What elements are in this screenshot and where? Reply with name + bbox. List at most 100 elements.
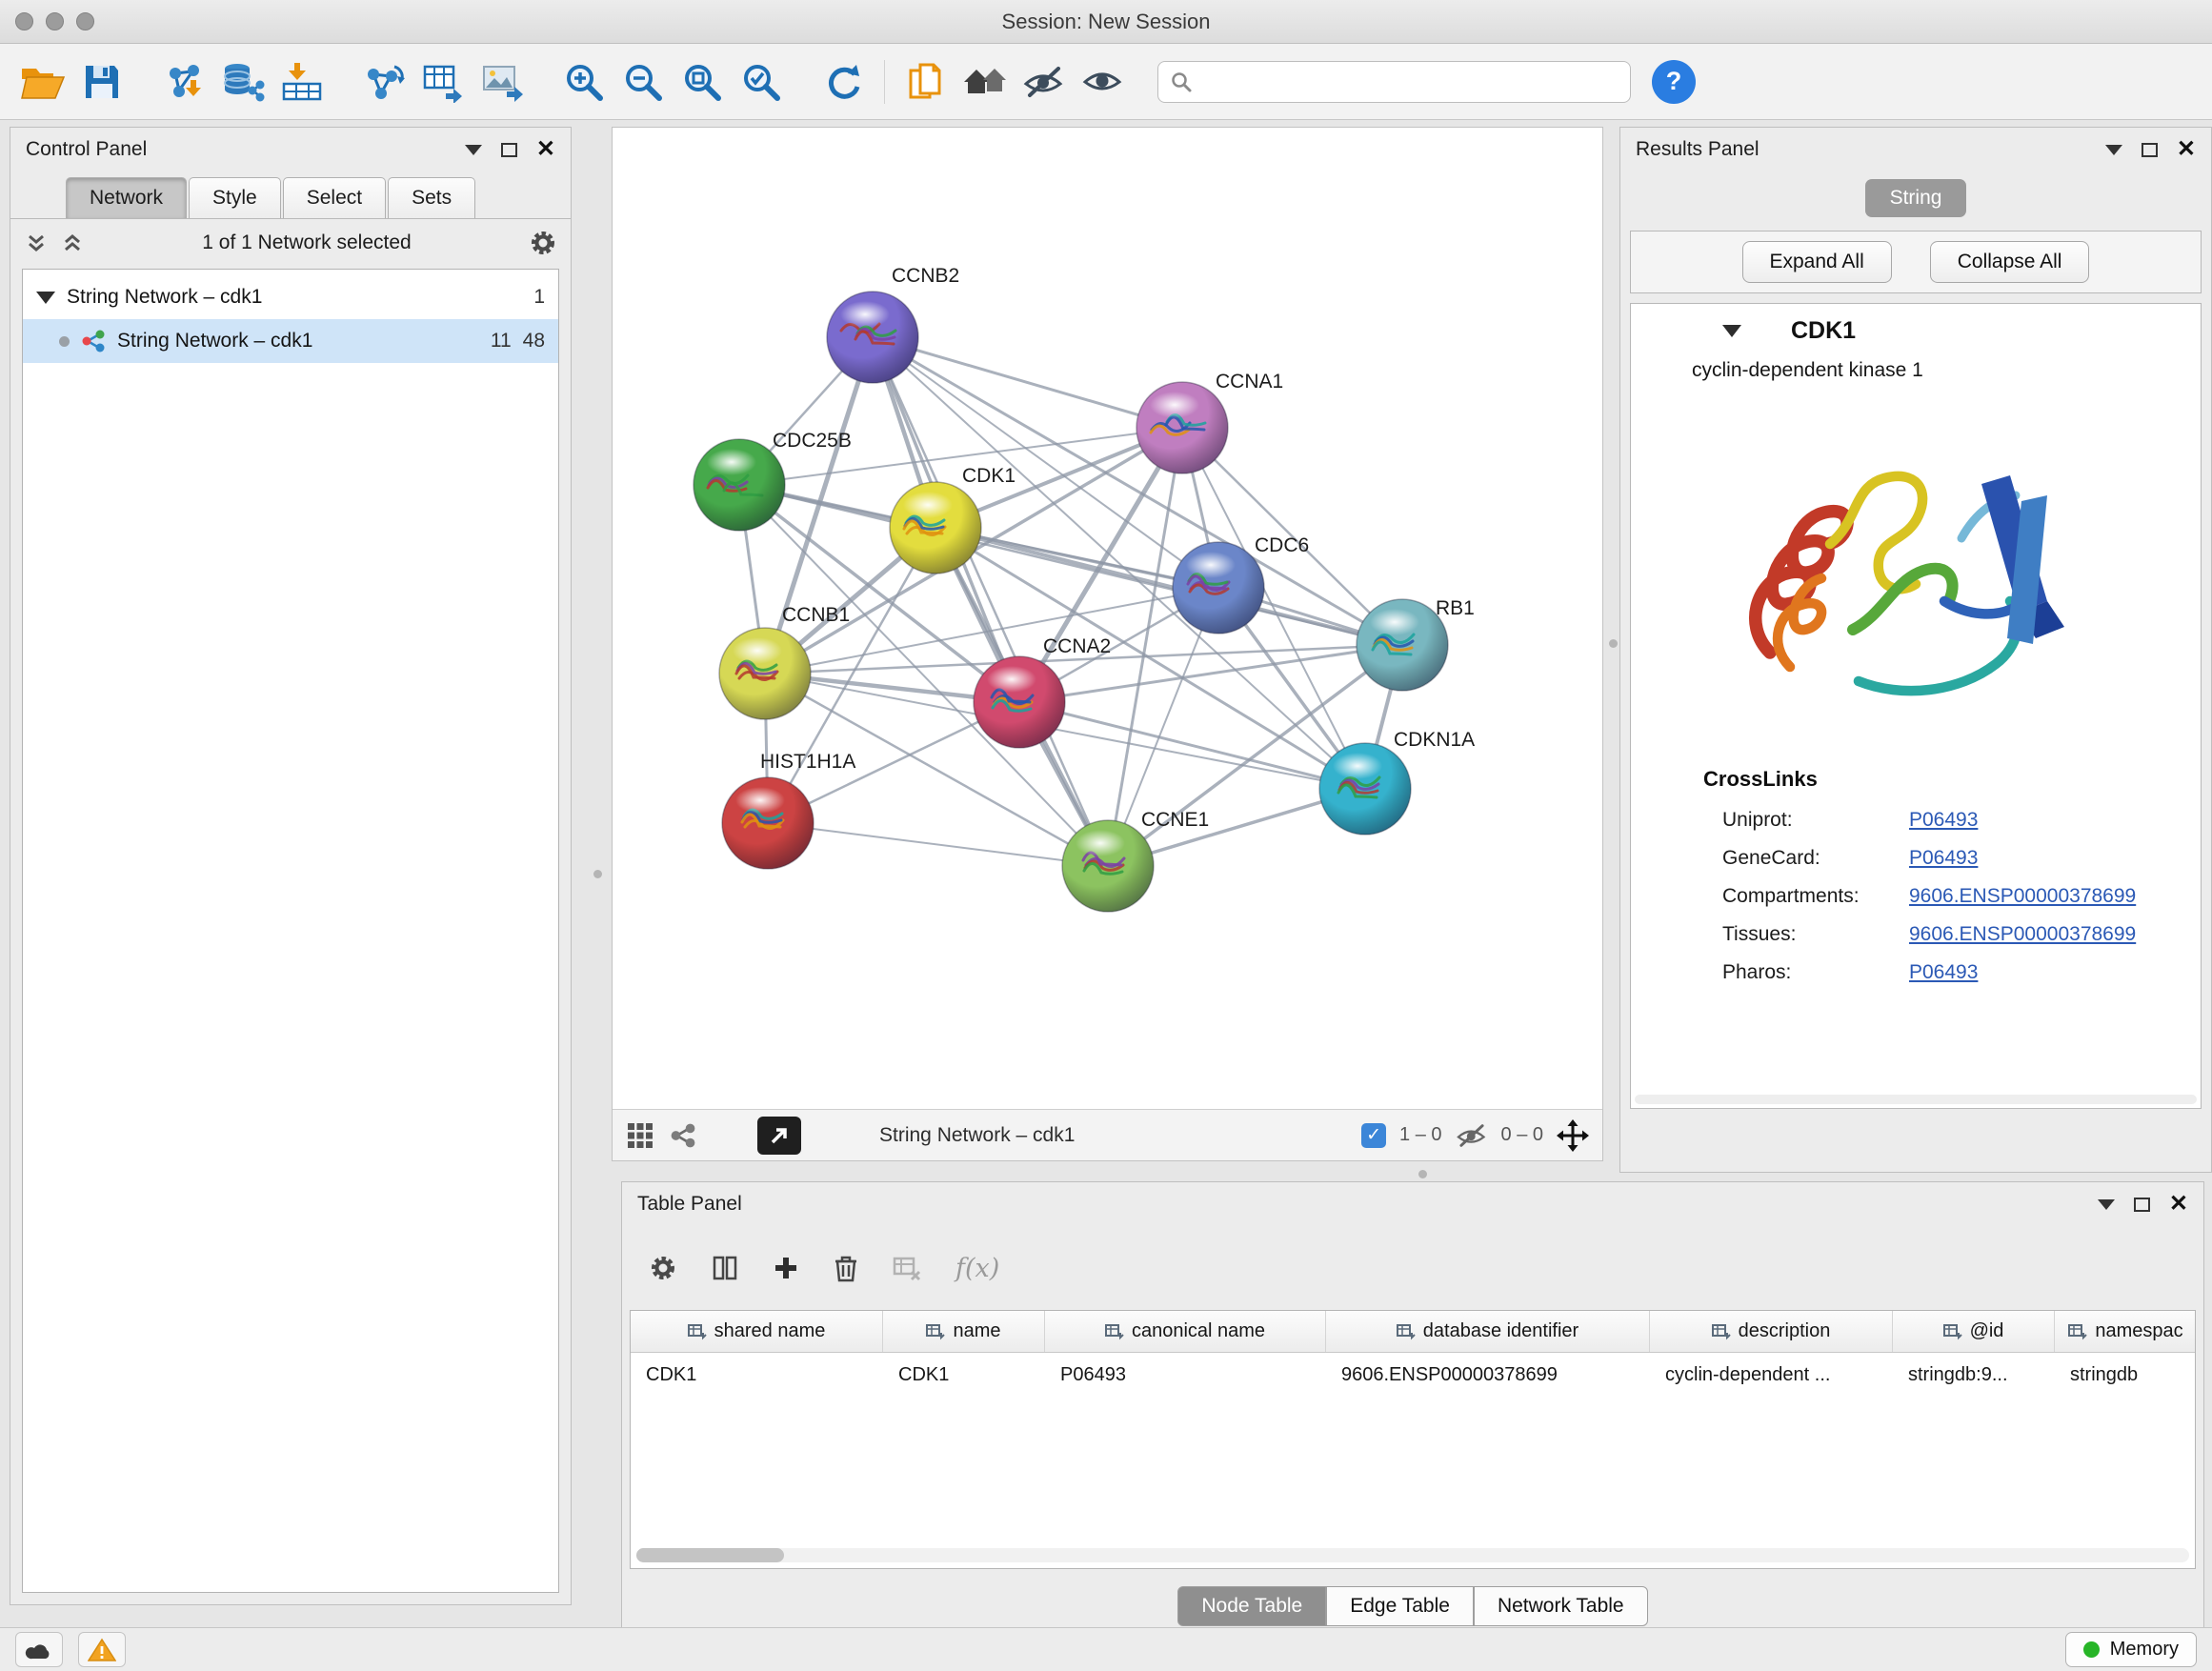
control-panel: Control Panel ✕ Network Style Select Set… [10, 127, 572, 1605]
crosslink-genecard-link[interactable]: P06493 [1909, 847, 1978, 870]
network-row[interactable]: String Network – cdk1 11 48 [23, 319, 558, 363]
selected-checkbox[interactable]: ✓ [1361, 1123, 1386, 1148]
detach-view-button[interactable] [757, 1117, 801, 1155]
show-columns-icon[interactable] [712, 1255, 738, 1281]
open-session-button[interactable] [13, 51, 72, 112]
zoom-fit-button[interactable] [673, 51, 732, 112]
expand-all-button[interactable]: Expand All [1742, 241, 1892, 283]
add-column-icon[interactable] [773, 1255, 799, 1281]
tab-edge-table[interactable]: Edge Table [1326, 1586, 1474, 1626]
pan-move-icon[interactable] [1557, 1119, 1589, 1152]
import-table-button[interactable] [272, 51, 332, 112]
gear-icon[interactable] [529, 229, 557, 257]
import-network-file-button[interactable] [154, 51, 213, 112]
crosslink-pharos-link[interactable]: P06493 [1909, 961, 1978, 984]
tab-network-table[interactable]: Network Table [1474, 1586, 1648, 1626]
table-horizontal-scrollbar[interactable] [636, 1548, 2189, 1562]
tab-sets[interactable]: Sets [388, 177, 475, 218]
network-node-ccna1[interactable]: CCNA1 [1136, 371, 1283, 473]
cell-shared-name[interactable]: CDK1 [631, 1364, 883, 1386]
splitter-handle[interactable] [1418, 1170, 1427, 1178]
export-image-button[interactable] [473, 51, 532, 112]
table-row[interactable]: CDK1 CDK1 P06493 9606.ENSP00000378699 cy… [631, 1353, 2195, 1397]
network-canvas[interactable]: CCNB2CCNA1CDC25BCDK1CDC6RB1CCNB1CCNA2CDK… [613, 128, 1602, 1109]
table-menu-icon[interactable] [2098, 1199, 2115, 1210]
window-minimize-button[interactable] [46, 12, 64, 30]
table-close-icon[interactable]: ✕ [2169, 1193, 2188, 1216]
cell-description[interactable]: cyclin-dependent ... [1650, 1364, 1893, 1386]
column-edit-icon [2068, 1323, 2087, 1340]
panel-menu-icon[interactable] [465, 145, 482, 155]
tab-style[interactable]: Style [189, 177, 281, 218]
refresh-button[interactable] [814, 51, 873, 112]
network-view[interactable]: CCNB2CCNA1CDC25BCDK1CDC6RB1CCNB1CCNA2CDK… [612, 127, 1603, 1161]
network-node-ccnb2[interactable]: CCNB2 [827, 265, 959, 383]
gene-header[interactable]: CDK1 [1631, 304, 2201, 357]
copy-document-button[interactable] [896, 51, 955, 112]
clone-network-button[interactable] [354, 51, 413, 112]
network-node-cdk1[interactable]: CDK1 [890, 465, 1016, 574]
export-table-button[interactable] [413, 51, 473, 112]
network-collection-row[interactable]: String Network – cdk1 1 [23, 275, 558, 319]
hide-selected-button[interactable] [1015, 51, 1074, 112]
table-float-icon[interactable] [2134, 1198, 2150, 1212]
show-all-button[interactable] [1074, 51, 1133, 112]
crosslink-uniprot-link[interactable]: P06493 [1909, 809, 1978, 832]
column-header-name[interactable]: name [883, 1311, 1045, 1352]
cell-namespace[interactable]: stringdb [2055, 1364, 2196, 1386]
cell-name[interactable]: CDK1 [883, 1364, 1045, 1386]
zoom-selected-button[interactable] [732, 51, 791, 112]
column-header-shared-name[interactable]: shared name [631, 1311, 883, 1352]
column-header-canonical-name[interactable]: canonical name [1045, 1311, 1326, 1352]
column-header-id[interactable]: @id [1893, 1311, 2055, 1352]
network-node-hist1h1a[interactable]: HIST1H1A [722, 751, 855, 869]
cell-canonical-name[interactable]: P06493 [1045, 1364, 1326, 1386]
results-float-icon[interactable] [2142, 143, 2158, 157]
crosslink-label: Pharos: [1722, 961, 1909, 984]
results-scrollbar[interactable] [1635, 1095, 2197, 1104]
import-network-database-button[interactable] [213, 51, 272, 112]
gene-collapse-icon[interactable] [1722, 325, 1741, 337]
crosslink-compartments-link[interactable]: 9606.ENSP00000378699 [1909, 885, 2136, 908]
search-box[interactable] [1157, 61, 1631, 103]
tree-expand-icon[interactable] [36, 292, 55, 304]
expand-all-icon[interactable] [24, 231, 49, 255]
search-input[interactable] [1200, 70, 1619, 92]
table-gear-icon[interactable] [649, 1254, 677, 1282]
column-header-namespace[interactable]: namespac [2055, 1311, 2196, 1352]
selection-status: 1 of 1 Network selected [96, 232, 517, 254]
warnings-button[interactable] [78, 1632, 126, 1667]
save-session-button[interactable] [72, 51, 131, 112]
cell-database-identifier[interactable]: 9606.ENSP00000378699 [1326, 1364, 1650, 1386]
grid-view-icon[interactable] [626, 1121, 654, 1150]
tab-select[interactable]: Select [283, 177, 386, 218]
column-header-database-identifier[interactable]: database identifier [1326, 1311, 1650, 1352]
tab-node-table[interactable]: Node Table [1177, 1586, 1326, 1626]
help-button[interactable]: ? [1652, 60, 1696, 104]
scrollbar-thumb[interactable] [636, 1548, 784, 1562]
tab-network[interactable]: Network [66, 177, 187, 218]
splitter-handle[interactable] [593, 870, 602, 878]
cloud-button[interactable] [15, 1632, 63, 1667]
cell-id[interactable]: stringdb:9... [1893, 1364, 2055, 1386]
float-panel-icon[interactable] [501, 143, 517, 157]
share-view-icon[interactable] [670, 1122, 696, 1149]
network-node-rb1[interactable]: RB1 [1357, 597, 1475, 691]
zoom-in-button[interactable] [554, 51, 613, 112]
delete-column-icon[interactable] [834, 1254, 858, 1282]
collapse-all-icon[interactable] [60, 231, 85, 255]
window-close-button[interactable] [15, 12, 33, 30]
collapse-all-button[interactable]: Collapse All [1930, 241, 2090, 283]
column-header-description[interactable]: description [1650, 1311, 1893, 1352]
splitter-handle[interactable] [1609, 639, 1618, 648]
home-networks-button[interactable] [955, 51, 1015, 112]
network-arrows-icon [362, 61, 406, 103]
results-close-icon[interactable]: ✕ [2177, 138, 2196, 161]
tab-string[interactable]: String [1865, 179, 1967, 217]
results-menu-icon[interactable] [2105, 145, 2122, 155]
memory-button[interactable]: Memory [2065, 1632, 2197, 1667]
zoom-out-button[interactable] [613, 51, 673, 112]
window-zoom-button[interactable] [76, 12, 94, 30]
close-panel-icon[interactable]: ✕ [536, 138, 555, 161]
crosslink-tissues-link[interactable]: 9606.ENSP00000378699 [1909, 923, 2136, 946]
